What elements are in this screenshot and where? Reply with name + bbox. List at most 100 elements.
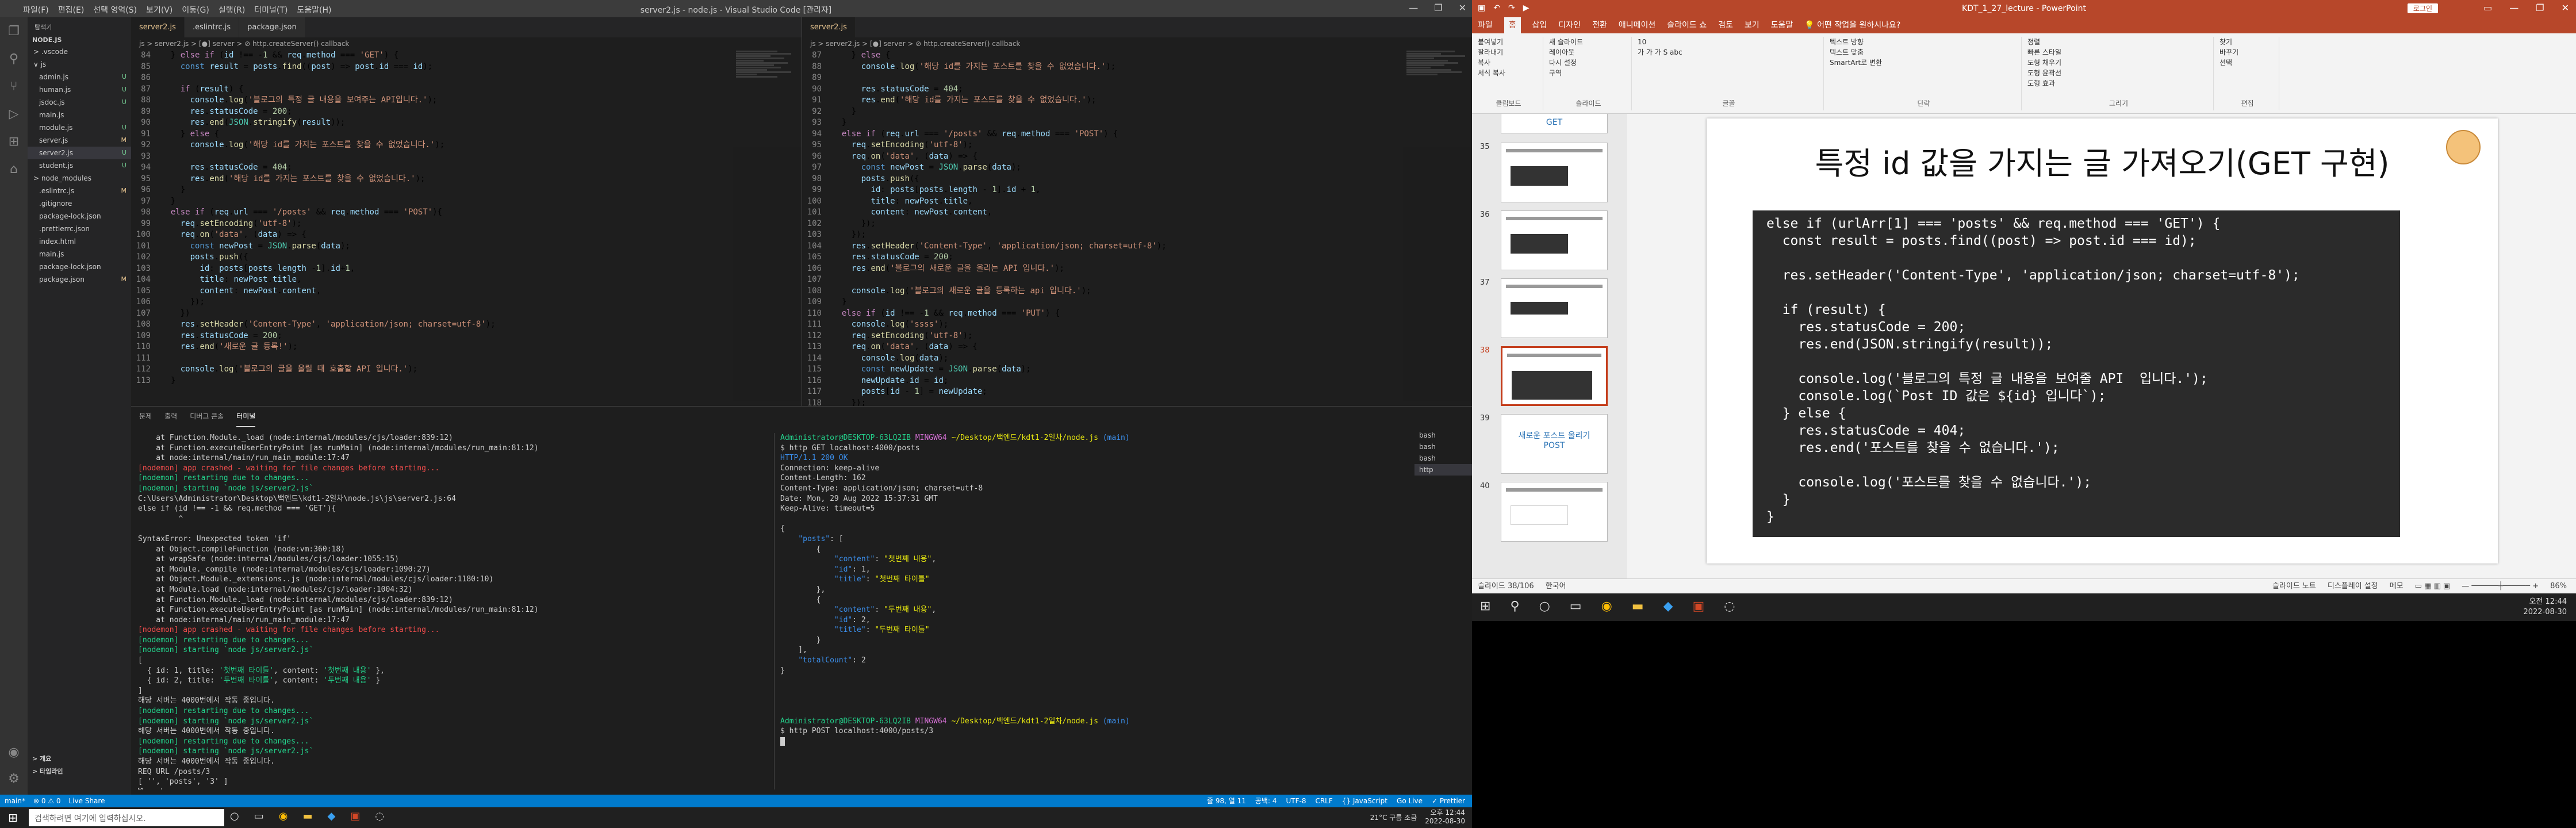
file-tree-item[interactable]: main.js bbox=[28, 109, 131, 121]
tab-transitions[interactable]: 전환 bbox=[1592, 17, 1607, 33]
copy-button[interactable]: 복사 bbox=[1474, 57, 1543, 68]
minimap-right[interactable] bbox=[1403, 50, 1472, 401]
terminal-item[interactable]: bash bbox=[1414, 453, 1472, 464]
format-painter-button[interactable]: 서식 복사 bbox=[1474, 68, 1543, 78]
tab-review[interactable]: 검토 bbox=[1718, 17, 1733, 33]
tab-package-json[interactable]: package.json bbox=[239, 17, 305, 37]
outline-section[interactable]: > 개요 bbox=[28, 752, 131, 765]
select-button[interactable]: 선택 bbox=[2216, 57, 2279, 68]
tab-server2-right[interactable]: server2.js bbox=[802, 17, 856, 37]
go-live-button[interactable]: Go Live bbox=[1397, 795, 1423, 807]
account-icon[interactable]: ◉ bbox=[0, 738, 28, 766]
file-tree-item[interactable]: human.js U bbox=[28, 83, 131, 96]
file-tree-item[interactable]: main.js bbox=[28, 248, 131, 260]
slide-thumbnail-selected[interactable] bbox=[1501, 346, 1608, 406]
new-slide-button[interactable]: 새 슬라이드 bbox=[1546, 37, 1631, 47]
folder-icon[interactable]: ▬ bbox=[1632, 599, 1644, 614]
chrome-icon[interactable]: ◉ bbox=[279, 810, 288, 822]
windows-start-icon[interactable]: ⊞ bbox=[8, 811, 18, 825]
view-buttons[interactable]: ▭ ▦ ▥ ▣ bbox=[2415, 579, 2451, 594]
tab-eslintrc[interactable]: .eslintrc.js bbox=[184, 17, 240, 37]
search-icon[interactable]: ⚲ bbox=[1510, 599, 1519, 614]
source-control-icon[interactable]: ⑂ bbox=[0, 72, 28, 100]
breadcrumb[interactable]: js > server2.js > [●] server > ⊘ http.cr… bbox=[131, 37, 802, 50]
encoding[interactable]: UTF-8 bbox=[1286, 795, 1306, 807]
vscode-taskbar-icon[interactable]: ◆ bbox=[327, 810, 335, 822]
tab-help[interactable]: 도움말 bbox=[1771, 17, 1793, 33]
windows-start-icon[interactable]: ⊞ bbox=[1480, 599, 1490, 614]
slide-thumbnail[interactable] bbox=[1501, 278, 1608, 338]
live-share-button[interactable]: Live Share bbox=[69, 795, 105, 807]
slide-thumbnail[interactable] bbox=[1501, 210, 1608, 270]
file-tree-item[interactable]: package-lock.json bbox=[28, 260, 131, 273]
quick-styles-button[interactable]: 빠른 스타일 bbox=[2024, 47, 2213, 57]
tab-view[interactable]: 보기 bbox=[1745, 17, 1759, 33]
file-tree-item[interactable]: ∨ js bbox=[28, 58, 131, 71]
line-ending[interactable]: CRLF bbox=[1315, 795, 1332, 807]
taskbar-clock[interactable]: 오전 12:44 2022-08-30 bbox=[2523, 597, 2567, 618]
display-settings-button[interactable]: 디스플레이 설정 bbox=[2328, 579, 2378, 594]
file-tree-item[interactable]: admin.js U bbox=[28, 71, 131, 83]
shape-fill-button[interactable]: 도형 채우기 bbox=[2024, 57, 2213, 68]
maximize-icon[interactable]: ❐ bbox=[2536, 2, 2544, 13]
slide-canvas[interactable]: 특정 id 값을 가지는 글 가져오기(GET 구현) else if (url… bbox=[1707, 118, 2498, 564]
notes-button[interactable]: 슬라이드 노트 bbox=[2272, 579, 2316, 594]
prettier-status[interactable]: ✓ Prettier bbox=[1432, 795, 1465, 807]
terminal-left[interactable]: at Function.Module._load (node:internal/… bbox=[138, 433, 770, 789]
cortana-icon[interactable]: ○ bbox=[1539, 599, 1550, 614]
taskbar-search-input[interactable]: 검색하려면 여기에 입력하십시오. bbox=[29, 809, 224, 826]
cursor-position[interactable]: 줄 98, 열 11 bbox=[1207, 795, 1246, 807]
arrange-button[interactable]: 정렬 bbox=[2024, 37, 2213, 47]
tab-output[interactable]: 출력 bbox=[164, 407, 177, 427]
powerpoint-taskbar-icon[interactable]: ▣ bbox=[350, 810, 360, 822]
minimize-icon[interactable]: — bbox=[2509, 2, 2518, 13]
section-button[interactable]: 구역 bbox=[1546, 68, 1631, 78]
cut-button[interactable]: 잘라내기 bbox=[1474, 47, 1543, 57]
close-icon[interactable]: ✕ bbox=[1459, 2, 1466, 13]
terminal-item[interactable]: bash bbox=[1414, 430, 1472, 441]
app-icon[interactable]: ◌ bbox=[1724, 599, 1735, 614]
tab-slideshow[interactable]: 슬라이드 쇼 bbox=[1667, 17, 1707, 33]
workspace-section[interactable]: NODE.JS bbox=[28, 34, 131, 45]
breadcrumb-right[interactable]: js > server2.js > [●] server > ⊘ http.cr… bbox=[802, 37, 1472, 50]
tab-server2[interactable]: server2.js bbox=[131, 17, 185, 37]
terminal-item[interactable]: bash bbox=[1414, 441, 1472, 453]
file-tree-item[interactable]: .gitignore bbox=[28, 197, 131, 210]
terminal-item[interactable]: http bbox=[1414, 464, 1472, 476]
file-tree-item[interactable]: jsdoc.js U bbox=[28, 96, 131, 109]
file-tree-item[interactable]: > node_modules bbox=[28, 172, 131, 185]
zoom-slider[interactable]: — ──────┼────── + bbox=[2462, 579, 2539, 594]
file-tree-item[interactable]: server.js M bbox=[28, 134, 131, 147]
maximize-icon[interactable]: ❐ bbox=[1434, 2, 1442, 13]
weather-status[interactable]: 21°C 구름 조금 bbox=[1370, 812, 1417, 822]
tab-design[interactable]: 디자인 bbox=[1558, 17, 1581, 33]
problems-indicator[interactable]: ⊗ 0 ⚠ 0 bbox=[33, 795, 61, 807]
slide-thumbnail[interactable]: 새로운 포스트 올리기 POST bbox=[1501, 414, 1608, 474]
chrome-icon[interactable]: ◉ bbox=[1601, 599, 1612, 614]
tab-insert[interactable]: 삽입 bbox=[1532, 17, 1547, 33]
slide-thumbnail[interactable]: GET bbox=[1501, 114, 1608, 133]
code-editor-left[interactable]: 84 } else if (id !== -1 && req.method ==… bbox=[131, 50, 802, 386]
slide-code-block[interactable]: else if (urlArr[1] === 'posts' && req.me… bbox=[1753, 210, 2400, 537]
slide-thumbnail[interactable] bbox=[1501, 482, 1608, 542]
tab-animations[interactable]: 애니메이션 bbox=[1619, 17, 1655, 33]
font-style-buttons[interactable]: 가 가 가 S abc bbox=[1634, 47, 1823, 57]
timeline-section[interactable]: > 타임라인 bbox=[28, 765, 131, 777]
explorer-icon[interactable]: ❐ bbox=[0, 17, 28, 45]
run-debug-icon[interactable]: ▷ bbox=[0, 100, 28, 128]
layout-button[interactable]: 레이아웃 bbox=[1546, 47, 1631, 57]
shape-effects-button[interactable]: 도형 효과 bbox=[2024, 78, 2213, 89]
file-tree-item[interactable]: module.js U bbox=[28, 121, 131, 134]
task-switch-icon[interactable]: ▭ bbox=[254, 810, 264, 822]
font-size-select[interactable]: 10 bbox=[1634, 37, 1823, 47]
tell-me-search[interactable]: 💡 어떤 작업을 원하시나요? bbox=[1804, 17, 1900, 33]
file-tree-item[interactable]: .prettierrc.json bbox=[28, 223, 131, 235]
replace-button[interactable]: 바꾸기 bbox=[2216, 47, 2279, 57]
slide-title[interactable]: 특정 id 값을 가지는 글 가져오기(GET 구현) bbox=[1707, 138, 2498, 183]
task-view-icon[interactable]: ○ bbox=[230, 810, 239, 822]
branch-indicator[interactable]: main* bbox=[5, 795, 25, 807]
close-icon[interactable]: ✕ bbox=[2562, 2, 2569, 13]
file-tree-item[interactable]: index.html bbox=[28, 235, 131, 248]
zoom-level[interactable]: 86% bbox=[2550, 579, 2567, 594]
terminal-right[interactable]: Administrator@DESKTOP-63LQ2IB MINGW64 ~/… bbox=[774, 433, 1406, 789]
